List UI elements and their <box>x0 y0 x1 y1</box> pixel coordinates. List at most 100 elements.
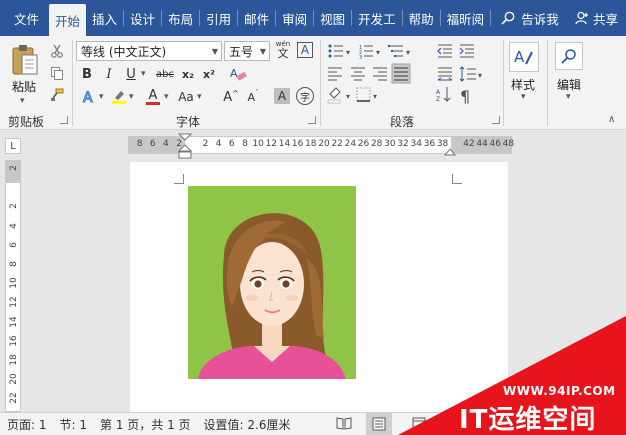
grow-font-button[interactable]: A ^ <box>222 88 240 106</box>
font-name-combo[interactable]: 等线 (中文正文) ▼ <box>76 41 222 61</box>
align-right-icon[interactable] <box>373 67 387 81</box>
chevron-down-icon[interactable]: ▾ <box>141 69 146 79</box>
tab-insert[interactable]: 插入 <box>86 0 123 36</box>
align-left-icon[interactable] <box>328 67 342 81</box>
collapse-ribbon-icon[interactable]: ∧ <box>608 114 615 125</box>
status-setting[interactable]: 设置值: 2.6厘米 <box>204 416 291 433</box>
chevron-down-icon[interactable]: ▾ <box>197 92 202 102</box>
change-case-button[interactable]: Aa <box>175 88 197 106</box>
editing-button[interactable] <box>555 42 583 70</box>
chevron-down-icon[interactable]: ▾ <box>566 92 571 102</box>
ruler-tick-label: 22 <box>9 392 19 405</box>
font-size-combo[interactable]: 五号 ▼ <box>224 41 270 61</box>
read-mode-icon[interactable] <box>336 416 352 433</box>
char-shading-button[interactable]: A <box>274 88 290 104</box>
right-indent-marker[interactable] <box>444 146 456 156</box>
cut-button[interactable] <box>48 42 66 60</box>
copy-icon <box>51 67 63 80</box>
clear-formatting-button[interactable]: A <box>228 65 248 83</box>
underline-button[interactable]: U <box>124 65 138 83</box>
increase-indent-icon[interactable] <box>459 44 474 58</box>
tab-home[interactable]: 开始 <box>49 4 87 36</box>
chevron-down-icon[interactable]: ▾ <box>99 92 104 102</box>
search-icon <box>501 11 515 25</box>
text-effects-button[interactable]: A <box>80 88 98 106</box>
tell-me-search[interactable]: 告诉我 <box>501 0 559 36</box>
tab-help[interactable]: 帮助 <box>403 0 440 36</box>
show-marks-icon[interactable]: ¶ <box>460 87 470 106</box>
svg-text:¶: ¶ <box>460 87 470 106</box>
clipboard-launcher-icon[interactable] <box>60 116 68 124</box>
font-group-label: 字体 <box>176 115 201 129</box>
tab-review[interactable]: 审阅 <box>276 0 313 36</box>
font-size-value: 五号 <box>229 44 254 59</box>
enclose-char-button[interactable]: 字 <box>296 87 314 105</box>
decrease-indent-icon[interactable] <box>437 44 452 58</box>
paste-dropdown-icon[interactable]: ▾ <box>20 96 25 106</box>
svg-text:A: A <box>514 48 525 66</box>
highlight-button[interactable] <box>110 88 128 106</box>
bold-button[interactable]: B <box>80 65 94 83</box>
vertical-ruler[interactable]: 2 2 4 6 8 10 12 14 16 18 20 22 <box>5 160 21 412</box>
char-border-button[interactable]: A <box>297 42 313 58</box>
svg-text:Z: Z <box>436 96 440 103</box>
sort-icon[interactable]: AZ <box>436 87 451 103</box>
ruler-tick-label: 30 <box>384 139 396 149</box>
share-button[interactable]: 共享 <box>575 0 618 36</box>
status-pages[interactable]: 第 1 页，共 1 页 <box>100 416 191 433</box>
tab-design[interactable]: 设计 <box>124 0 161 36</box>
superscript-button[interactable]: x² <box>200 65 218 83</box>
status-section[interactable]: 节: 1 <box>60 416 88 433</box>
ruler-tick-label: 2 <box>9 165 19 171</box>
ruler-tick-label: 28 <box>370 139 383 149</box>
ruler-tick-label: 42 <box>463 139 475 149</box>
numbering-icon[interactable]: 1 2 3 <box>359 45 373 61</box>
chevron-down-icon[interactable]: ▾ <box>129 92 134 102</box>
tab-selector-button[interactable]: L <box>5 138 21 154</box>
tab-view[interactable]: 视图 <box>314 0 351 36</box>
chevron-down-icon[interactable]: ▾ <box>164 92 169 102</box>
align-center-icon[interactable] <box>351 67 365 81</box>
line-spacing-icon[interactable] <box>459 66 476 82</box>
print-layout-icon[interactable] <box>366 413 392 435</box>
ruler-tick-label: 44 <box>476 139 488 149</box>
subscript-button[interactable]: x₂ <box>179 65 197 83</box>
strikethrough-button[interactable]: abc <box>154 65 176 83</box>
tab-foxit[interactable]: 福昕阅 <box>441 0 491 36</box>
format-painter-button[interactable] <box>48 86 66 104</box>
indent-markers[interactable] <box>178 133 192 161</box>
grow-font-glyph: A <box>223 89 233 105</box>
distributed-icon[interactable] <box>437 67 453 81</box>
multilevel-list-icon[interactable] <box>388 45 403 57</box>
italic-button[interactable]: I <box>102 65 116 83</box>
phonetic-guide-button[interactable]: wén 文 <box>273 39 293 61</box>
svg-text:▾: ▾ <box>346 92 350 101</box>
paste-button[interactable] <box>8 42 42 78</box>
svg-text:▾: ▾ <box>478 71 482 80</box>
tab-references[interactable]: 引用 <box>200 0 237 36</box>
ribbon: 粘贴 ▾ 剪贴板 等线 (中文正文) ▼ 五号 ▼ wén 文 A B I U ▾ … <box>0 36 626 130</box>
portrait-image[interactable] <box>188 186 356 379</box>
word-window: 文件 开始 插入 设计 布局 引用 邮件 审阅 视图 开发工 帮助 福昕阅 告诉… <box>0 0 626 435</box>
ruler-tick-label: 8 <box>242 139 248 149</box>
tab-layout[interactable]: 布局 <box>162 0 199 36</box>
font-color-glyph: A <box>148 88 158 103</box>
copy-button[interactable] <box>48 64 66 82</box>
chevron-down-icon[interactable]: ▾ <box>521 92 526 102</box>
font-color-button[interactable]: A <box>144 88 162 106</box>
watermark-brand: IT运维空间 <box>459 405 597 435</box>
styles-gallery-button[interactable]: A <box>509 42 539 72</box>
status-page[interactable]: 页面: 1 <box>7 416 47 433</box>
bullets-icon[interactable] <box>328 44 344 58</box>
tab-file[interactable]: 文件 <box>0 0 49 36</box>
tab-developer[interactable]: 开发工 <box>352 0 402 36</box>
shading-icon[interactable] <box>327 87 341 104</box>
borders-icon[interactable] <box>356 87 371 102</box>
ruler-tick-label: 4 <box>163 139 169 149</box>
shrink-font-button[interactable]: Aˇ <box>244 88 262 106</box>
tab-mailings[interactable]: 邮件 <box>238 0 275 36</box>
ruler-tick-label: 16 <box>9 335 19 347</box>
ruler-tick-label: 4 <box>9 222 19 229</box>
font-launcher-icon[interactable] <box>308 116 316 124</box>
paragraph-launcher-icon[interactable] <box>492 116 500 124</box>
